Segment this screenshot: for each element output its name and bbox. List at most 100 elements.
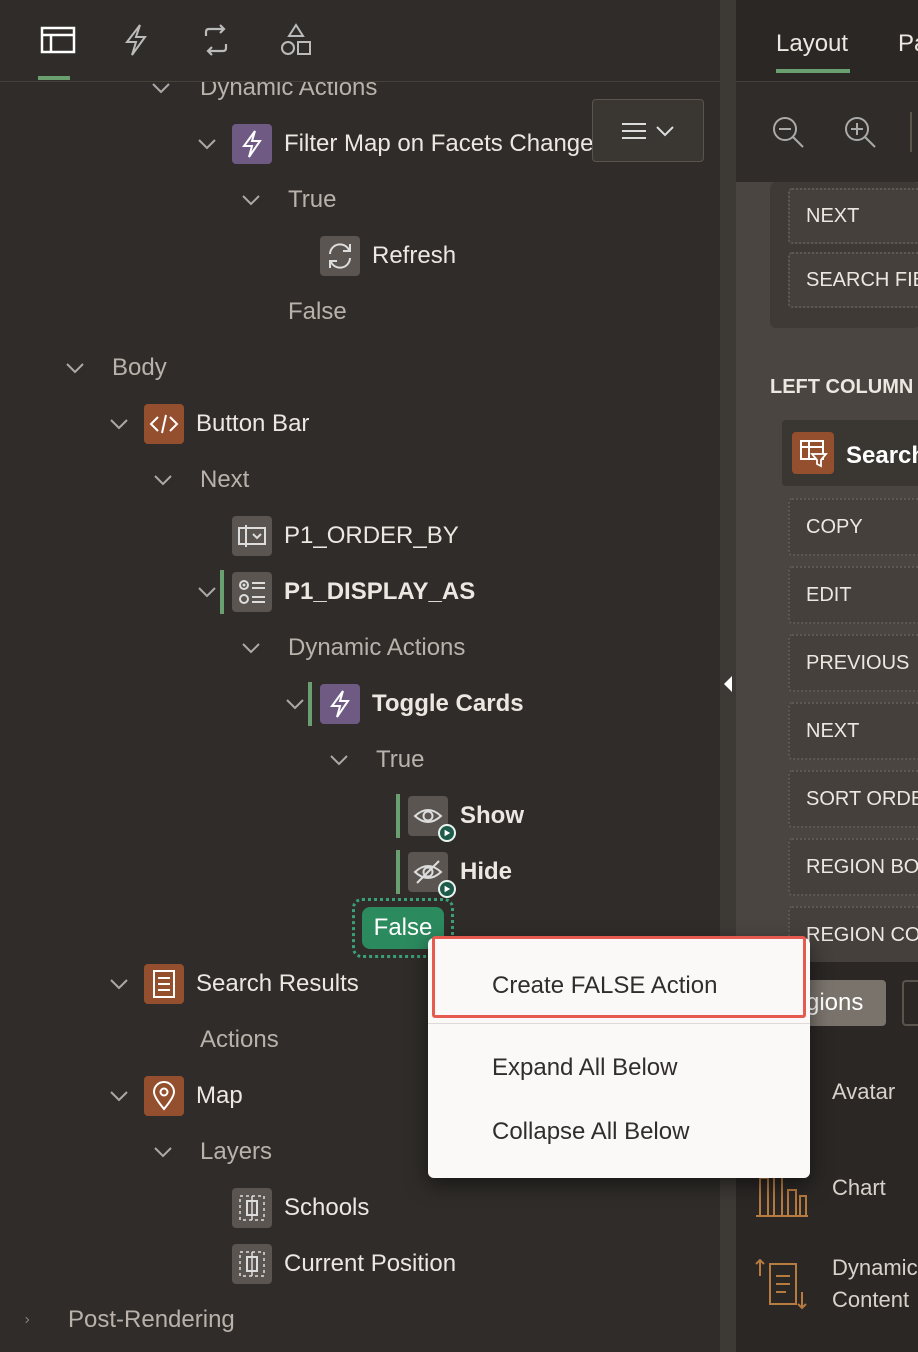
chevron-down-icon[interactable] (150, 1139, 176, 1165)
tree-node-label: True (288, 186, 337, 213)
tree-node-search-results[interactable]: Search Results (106, 964, 359, 1004)
collapse-left-icon[interactable] (724, 676, 732, 692)
slot-sort-order[interactable]: SORT ORDE (788, 770, 918, 828)
tree-node-label: Body (112, 354, 167, 381)
tree-node-refresh[interactable]: Refresh (320, 236, 456, 276)
lightning-icon (232, 124, 272, 164)
chevron-down-icon[interactable] (106, 971, 132, 997)
tree-node-layers[interactable]: Layers (150, 1132, 272, 1172)
filter-table-icon (792, 432, 834, 474)
slot-next[interactable]: NEXT (788, 702, 918, 760)
tree-node-label: Button Bar (196, 410, 310, 437)
tab-rendering[interactable] (38, 22, 78, 80)
play-icon (438, 880, 456, 898)
selection-bar (396, 850, 400, 894)
chevron-down-icon[interactable] (282, 691, 308, 717)
tree-node-label: P1_ORDER_BY (284, 522, 459, 549)
tree-node-false[interactable]: False (288, 292, 347, 332)
chevron-down-icon[interactable] (326, 747, 352, 773)
slot-search-field[interactable]: SEARCH FIE (788, 252, 918, 308)
region-label: Search (846, 442, 918, 469)
region-card-search[interactable]: Search (782, 420, 918, 486)
lightning-icon (320, 684, 360, 724)
dynamic-content-icon (754, 1256, 810, 1317)
tree-node-label: Search Results (196, 970, 359, 997)
tab-processing[interactable] (196, 22, 236, 66)
tree-node-label: Layers (200, 1138, 273, 1165)
chevron-down-icon[interactable] (62, 355, 88, 381)
section-heading: LEFT COLUMN (770, 376, 914, 398)
gallery-tab-items[interactable] (902, 980, 918, 1026)
tree-node-p1-order-by[interactable]: P1_ORDER_BY (232, 516, 459, 556)
tree-node-label: Filter Map on Facets Change (284, 130, 594, 157)
tree-node-true-2[interactable]: True (326, 740, 424, 780)
tree-node-label: Dynamic Actions (288, 634, 466, 661)
tree-node-label: Refresh (372, 242, 457, 269)
tree-node-p1-display-as[interactable]: P1_DISPLAY_AS (194, 572, 475, 612)
chevron-down-icon[interactable] (194, 579, 220, 605)
gallery-item-chart[interactable]: Chart (832, 1172, 886, 1204)
tree-node-true[interactable]: True (238, 180, 336, 220)
map-pin-icon (144, 1076, 184, 1116)
refresh-icon (320, 236, 360, 276)
chevron-down-icon[interactable] (106, 1083, 132, 1109)
layer-icon (232, 1244, 272, 1284)
tree-node-schools[interactable]: Schools (232, 1188, 369, 1228)
menu-item-collapse-all-below[interactable]: Collapse All Below (492, 1118, 689, 1146)
slot-region-body[interactable]: REGION BOD (788, 838, 918, 896)
tree-node-post-rendering[interactable]: Post-Rendering (18, 1300, 235, 1340)
tree-node-show[interactable]: Show (408, 796, 524, 842)
tree-node-toggle-cards[interactable]: Toggle Cards (282, 684, 524, 724)
tree-node-filter-map[interactable]: Filter Map on Facets Change (194, 124, 593, 164)
menu-separator (428, 1023, 810, 1024)
chevron-down-icon (656, 125, 674, 136)
processing-icon (204, 24, 228, 56)
tree-node-body[interactable]: Body (62, 348, 167, 388)
slot-copy[interactable]: COPY (788, 498, 918, 556)
layer-icon (232, 1188, 272, 1228)
select-list-icon (232, 516, 272, 556)
gallery-tab-regions[interactable]: gions (800, 980, 886, 1026)
selection-bar (396, 794, 400, 838)
chevron-down-icon[interactable] (150, 467, 176, 493)
chevron-down-icon[interactable] (194, 131, 220, 157)
tree-node-label: False (288, 298, 347, 325)
tree-node-current-position[interactable]: Current Position (232, 1244, 456, 1284)
shapes-icon (281, 23, 311, 55)
chevron-down-icon[interactable] (106, 411, 132, 437)
left-pane-tabs (0, 0, 720, 82)
tab-page-search[interactable]: Pa (898, 30, 918, 58)
zoom-in-icon[interactable] (842, 114, 878, 150)
tree-node-label: True (376, 746, 425, 773)
gallery-item-dynamic-line2: Content (832, 1287, 910, 1312)
menu-item-expand-all-below[interactable]: Expand All Below (492, 1054, 677, 1082)
tree-node-label: Toggle Cards (372, 690, 524, 717)
slot-edit[interactable]: EDIT (788, 566, 918, 624)
chevron-right-icon[interactable] (18, 1307, 44, 1333)
radio-group-icon (232, 572, 272, 612)
tree-node-hide[interactable]: Hide (408, 852, 513, 898)
tree-node-dynamic-actions-2[interactable]: Dynamic Actions (238, 628, 465, 668)
zoom-out-icon[interactable] (770, 114, 806, 150)
chevron-down-icon[interactable] (238, 187, 264, 213)
tab-dynamic-actions[interactable] (116, 22, 156, 66)
chevron-down-icon[interactable] (238, 635, 264, 661)
tree-node-label: Hide (460, 858, 513, 885)
gallery-item-avatar[interactable]: Avatar (832, 1076, 895, 1108)
tree-menu-button[interactable] (592, 99, 704, 162)
tree-node-label: Next (200, 466, 250, 493)
tree-node-actions[interactable]: Actions (200, 1020, 279, 1060)
tree-node-button-bar[interactable]: Button Bar (106, 404, 309, 444)
tree-node-label: Current Position (284, 1250, 457, 1277)
tab-layout[interactable]: Layout (776, 30, 851, 73)
tree-node-next[interactable]: Next (150, 460, 249, 500)
gallery-item-dynamic-line1: Dynamic (832, 1255, 918, 1280)
tree-node-map[interactable]: Map (106, 1076, 243, 1116)
menu-icon (622, 122, 646, 139)
slot-previous[interactable]: PREVIOUS (788, 634, 918, 692)
tab-shared-components[interactable] (276, 22, 316, 66)
tree-node-label: Schools (284, 1194, 370, 1221)
code-icon (144, 404, 184, 444)
gallery-item-dynamic-content[interactable]: Dynamic Content (832, 1252, 918, 1316)
slot-next-top[interactable]: NEXT (788, 188, 918, 244)
